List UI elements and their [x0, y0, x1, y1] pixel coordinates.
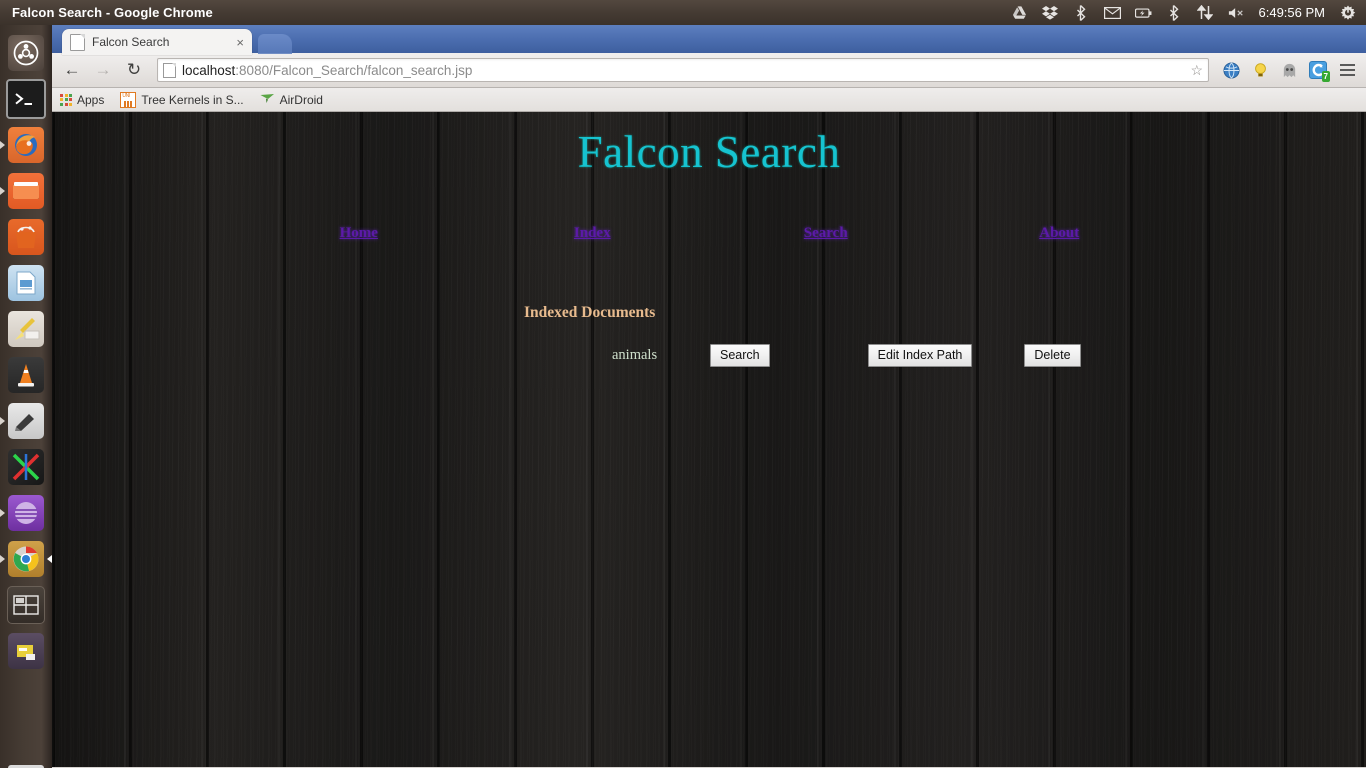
launcher-item-terminal[interactable]: [6, 79, 46, 119]
indexed-documents-heading: Indexed Documents: [524, 304, 656, 321]
launcher-item-cleaner[interactable]: [6, 309, 46, 349]
power-gear-icon[interactable]: [1339, 4, 1356, 21]
uni-icon: UNI: [120, 91, 137, 108]
search-button[interactable]: Search: [710, 344, 770, 367]
ubuntu-logo-icon: [8, 35, 44, 71]
bookmark-star-icon[interactable]: ☆: [1184, 62, 1203, 79]
lightbulb-extension-icon[interactable]: [1249, 59, 1271, 81]
new-tab-button[interactable]: [258, 34, 292, 54]
bookmark-tree-kernels[interactable]: UNI Tree Kernels in S...: [120, 91, 244, 108]
bookmark-airdroid-label: AirDroid: [279, 92, 323, 107]
launcher-item-vlc[interactable]: [6, 355, 46, 395]
chrome-icon: [8, 541, 44, 577]
bluetooth-icon[interactable]: [1073, 4, 1090, 21]
airdroid-icon: [260, 93, 275, 106]
launcher-item-trash[interactable]: [6, 763, 46, 768]
file-manager-icon: [8, 173, 44, 209]
browser-toolbar: ← → ↻ localhost:8080/Falcon_Search/falco…: [52, 53, 1366, 88]
address-bar-url: localhost:8080/Falcon_Search/falcon_sear…: [182, 63, 1184, 78]
launcher-item-xmind[interactable]: [6, 447, 46, 487]
launcher-item-eclipse[interactable]: [6, 493, 46, 533]
extension-badge-count: 7: [1321, 71, 1330, 82]
launcher-item-workspace-switcher[interactable]: [6, 585, 46, 625]
x-cross-icon: [8, 449, 44, 485]
address-bar[interactable]: localhost:8080/Falcon_Search/falcon_sear…: [157, 58, 1209, 82]
edit-index-path-button[interactable]: Edit Index Path: [867, 344, 973, 367]
pen-icon: [8, 403, 44, 439]
tab-falcon-search[interactable]: Falcon Search ×: [62, 29, 252, 55]
bluetooth-secondary-icon[interactable]: [1166, 4, 1183, 21]
clock[interactable]: 6:49:56 PM: [1259, 5, 1326, 20]
launcher-item-firefox[interactable]: [6, 125, 46, 165]
launcher-item-software-center[interactable]: [6, 217, 46, 257]
tab-strip: Falcon Search ×: [52, 25, 1366, 55]
ghost-extension-icon[interactable]: [1278, 59, 1300, 81]
document-icon: [8, 265, 44, 301]
nav-cell-home: Home: [242, 224, 476, 242]
indexed-document-row: animals Search Edit Index Path Delete: [52, 344, 1366, 367]
nav-home[interactable]: Home: [340, 225, 378, 241]
nav-cell-about: About: [943, 224, 1177, 242]
archive-icon: [8, 633, 44, 669]
dropbox-icon[interactable]: [1042, 4, 1059, 21]
chrome-menu-icon[interactable]: [1336, 59, 1358, 81]
launcher-item-files[interactable]: [6, 171, 46, 211]
bookmarks-bar: Apps UNI Tree Kernels in S... AirDroid: [52, 88, 1366, 112]
workspace-grid-icon: [7, 586, 45, 624]
terminal-icon: [6, 79, 46, 119]
nav-about[interactable]: About: [1039, 225, 1079, 241]
page-favicon-icon: [70, 33, 85, 51]
apps-shortcut[interactable]: Apps: [60, 93, 104, 107]
unity-top-panel: Falcon Search - Google Chrome 6:49:56 PM: [0, 0, 1366, 25]
url-path: :8080/Falcon_Search/falcon_search.jsp: [235, 62, 473, 78]
launcher-item-google-chrome[interactable]: [6, 539, 46, 579]
c-extension-icon[interactable]: 7: [1307, 59, 1330, 82]
volume-muted-icon[interactable]: [1228, 4, 1245, 21]
page-info-icon: [163, 62, 176, 78]
document-name: animals: [612, 347, 658, 363]
window-title: Falcon Search - Google Chrome: [12, 5, 213, 20]
globe-extension-icon[interactable]: [1220, 59, 1242, 81]
nav-cell-index: Index: [476, 224, 710, 242]
unity-launcher: [0, 25, 52, 768]
apps-grid-icon: [60, 93, 72, 106]
menu-lines: [1339, 64, 1355, 76]
broom-icon: [8, 311, 44, 347]
launcher-item-archive-manager[interactable]: [6, 631, 46, 671]
vlc-cone-icon: [8, 357, 44, 393]
desktop-screen: Falcon Search - Google Chrome 6:49:56 PM…: [0, 0, 1366, 768]
network-transfer-icon[interactable]: [1197, 4, 1214, 21]
launcher-item-document-viewer[interactable]: [6, 263, 46, 303]
chrome-window: Falcon Search × ← → ↻ localhost:8080/Fal…: [52, 25, 1366, 768]
forward-button[interactable]: →: [91, 58, 115, 82]
reload-button[interactable]: ↻: [122, 58, 146, 82]
web-page-viewport: Falcon Search Home Index Search About In…: [52, 112, 1366, 767]
launcher-item-text-editor[interactable]: [6, 401, 46, 441]
eclipse-sphere-icon: [8, 495, 44, 531]
url-host: localhost: [182, 62, 236, 78]
page-title: Falcon Search: [577, 127, 841, 177]
delete-button[interactable]: Delete: [1024, 344, 1081, 367]
launcher-item-ubuntu-dash[interactable]: [6, 33, 46, 73]
nav-index[interactable]: Index: [574, 225, 611, 241]
tab-title: Falcon Search: [92, 35, 170, 49]
system-tray: 6:49:56 PM: [1011, 4, 1366, 21]
google-drive-icon[interactable]: [1011, 4, 1028, 21]
battery-icon[interactable]: [1134, 4, 1152, 21]
tab-close-icon[interactable]: ×: [230, 36, 244, 49]
page-navigation: Home Index Search About: [52, 224, 1366, 242]
bookmark-tree-kernels-label: Tree Kernels in S...: [141, 92, 244, 107]
firefox-icon: [8, 127, 44, 163]
nav-search[interactable]: Search: [804, 225, 848, 241]
back-button[interactable]: ←: [60, 58, 84, 82]
software-center-icon: [8, 219, 44, 255]
bookmark-airdroid[interactable]: AirDroid: [260, 93, 323, 107]
apps-shortcut-label: Apps: [77, 92, 105, 107]
mail-icon[interactable]: [1103, 4, 1121, 21]
nav-cell-search: Search: [709, 224, 943, 242]
